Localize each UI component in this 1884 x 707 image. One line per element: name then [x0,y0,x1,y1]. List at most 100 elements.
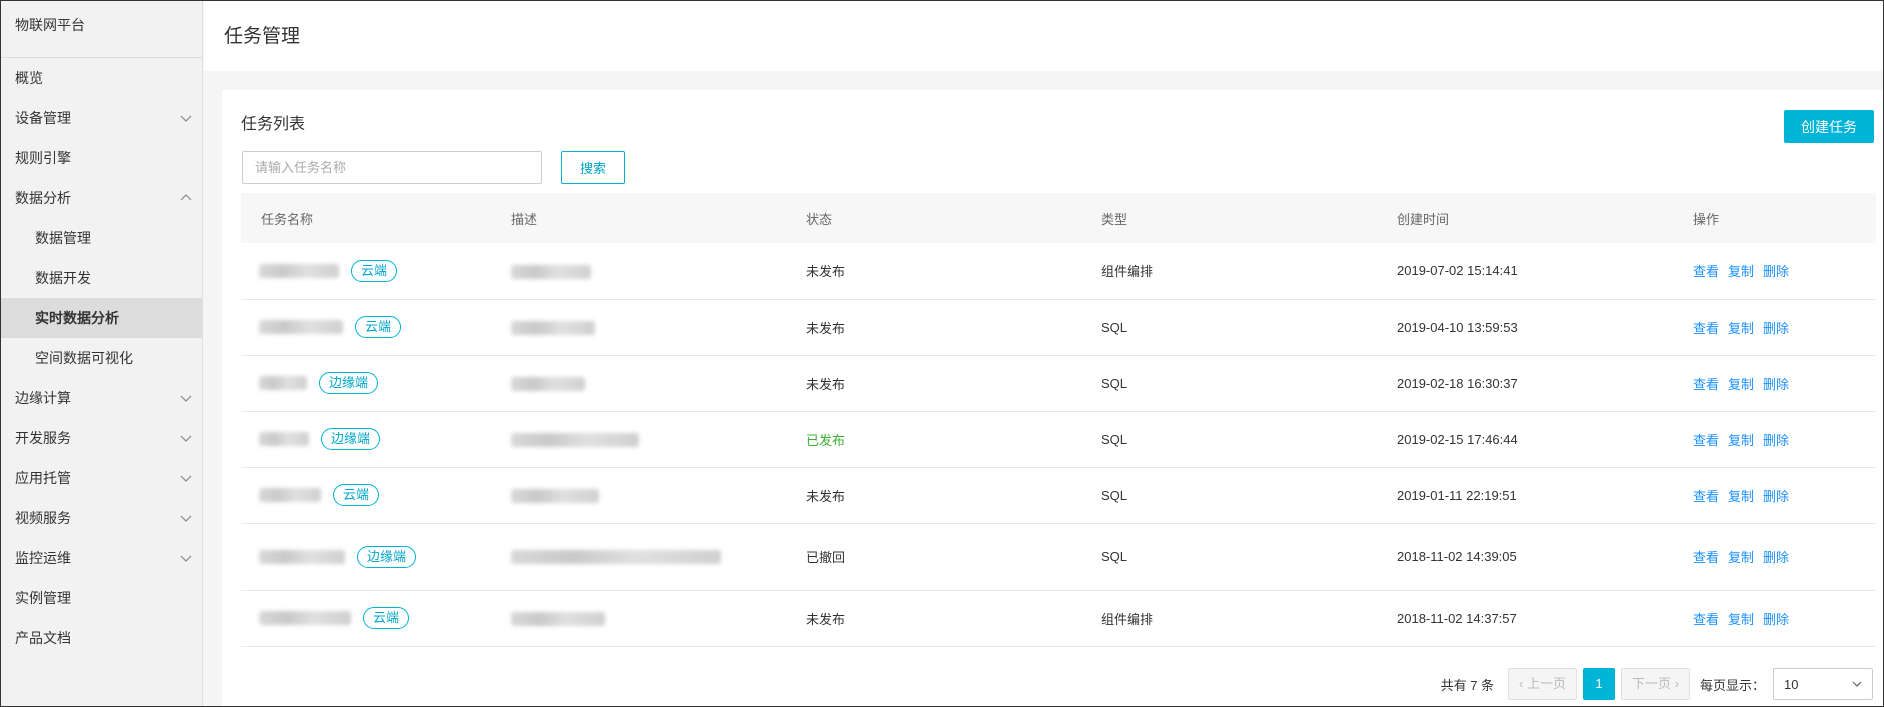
cell-task-name: 边缘端 [241,411,491,467]
sidebar-item[interactable]: 开发服务 [1,418,202,458]
search-button[interactable]: 搜索 [561,151,625,184]
redacted-description [511,320,595,335]
chevron-down-icon [180,393,192,403]
cell-description [491,590,786,646]
sidebar-item-label: 空间数据可视化 [35,350,133,366]
sidebar-item[interactable]: 规则引擎 [1,138,202,178]
cell-created-time: 2018-11-02 14:37:57 [1397,610,1517,626]
sidebar-item-label: 数据开发 [35,270,91,286]
sidebar-item[interactable]: 数据管理 [1,218,202,258]
search-input[interactable] [242,151,542,184]
sidebar-item[interactable]: 数据开发 [1,258,202,298]
table-row: 云端 未发布 SQL 2019-04-10 13:59:53 查看 复制 删除 [241,299,1876,355]
sidebar-item-label: 产品文档 [15,630,71,646]
delete-link[interactable]: 删除 [1763,264,1789,279]
page-number-current[interactable]: 1 [1583,668,1616,700]
cell-task-name: 云端 [241,590,491,646]
cell-actions: 查看 复制 删除 [1673,590,1876,646]
copy-link[interactable]: 复制 [1728,433,1754,448]
sidebar-item[interactable]: 实例管理 [1,578,202,618]
delete-link[interactable]: 删除 [1763,377,1789,392]
sidebar-item-label: 设备管理 [15,110,71,126]
cell-created-time: 2019-01-11 22:19:51 [1397,487,1517,503]
cell-task-name: 云端 [241,243,491,299]
cell-status: 已发布 [806,432,846,448]
view-link[interactable]: 查看 [1693,489,1719,504]
sidebar-item[interactable]: 视频服务 [1,498,202,538]
cell-task-name: 云端 [241,467,491,523]
delete-link[interactable]: 删除 [1763,612,1789,627]
view-link[interactable]: 查看 [1693,321,1719,336]
column-header-status: 状态 [806,211,833,227]
copy-link[interactable]: 复制 [1728,377,1754,392]
sidebar-item[interactable]: 设备管理 [1,98,202,138]
deploy-target-tag: 云端 [333,484,380,506]
view-link[interactable]: 查看 [1693,550,1719,565]
redacted-task-name [259,432,309,446]
delete-link[interactable]: 删除 [1763,489,1789,504]
column-header-created: 创建时间 [1397,211,1450,227]
redacted-task-name [259,376,307,390]
cell-type: SQL [1101,487,1128,503]
cell-created-time: 2019-02-18 16:30:37 [1397,375,1518,391]
chevron-down-icon [1852,681,1862,687]
next-page-button[interactable]: 下一页 › [1621,668,1690,700]
sidebar-item[interactable]: 产品文档 [1,618,202,658]
copy-link[interactable]: 复制 [1728,550,1754,565]
main-area: 任务管理 任务列表 创建任务 搜索 任务名称 描述 状态 类型 创建时间 操作 [204,1,1883,706]
copy-link[interactable]: 复制 [1728,264,1754,279]
sidebar-item[interactable]: 概览 [1,58,202,98]
view-link[interactable]: 查看 [1693,264,1719,279]
delete-link[interactable]: 删除 [1763,550,1789,565]
chevron-down-icon [180,513,192,523]
chevron-down-icon [180,553,192,563]
cell-status: 未发布 [806,488,846,504]
sidebar-item[interactable]: 实时数据分析 [1,298,202,338]
sidebar-item[interactable]: 边缘计算 [1,378,202,418]
sidebar-item-label: 应用托管 [15,470,71,486]
deploy-target-tag: 边缘端 [319,372,379,394]
redacted-task-name [259,263,339,278]
cell-description [491,523,786,590]
create-task-button[interactable]: 创建任务 [1784,110,1874,143]
redacted-description [511,264,591,279]
view-link[interactable]: 查看 [1693,612,1719,627]
view-link[interactable]: 查看 [1693,433,1719,448]
delete-link[interactable]: 删除 [1763,321,1789,336]
cell-task-name: 边缘端 [241,523,491,590]
page-header: 任务管理 [204,1,1883,71]
prev-page-label: 上一页 [1527,676,1567,691]
page-title: 任务管理 [224,26,301,47]
sidebar-item-label: 视频服务 [15,510,71,526]
copy-link[interactable]: 复制 [1728,612,1754,627]
sidebar-item-label: 边缘计算 [15,390,71,406]
column-header-name: 任务名称 [261,211,314,227]
sidebar-item-label: 实例管理 [15,590,71,606]
view-link[interactable]: 查看 [1693,377,1719,392]
per-page-value: 10 [1784,676,1799,692]
cell-status: 已撤回 [806,550,846,565]
delete-link[interactable]: 删除 [1763,433,1789,448]
redacted-task-name [259,320,343,334]
cell-actions: 查看 复制 删除 [1673,299,1876,355]
sidebar-item-label: 监控运维 [15,550,71,566]
sidebar-item[interactable]: 应用托管 [1,458,202,498]
redacted-description [511,432,639,447]
cell-status: 未发布 [806,611,846,627]
app-window: 物联网平台 概览 设备管理 规则引擎 数据分析 数据管理 数据开发 实时数据分析 空间数据可视… [0,0,1884,707]
sidebar: 物联网平台 概览 设备管理 规则引擎 数据分析 数据管理 数据开发 实时数据分析 空间数据可视… [1,1,203,706]
sidebar-item[interactable]: 监控运维 [1,538,202,578]
cell-status: 未发布 [806,264,846,280]
per-page-select[interactable]: 10 [1773,668,1873,700]
table-row: 边缘端 已发布 SQL 2019-02-15 17:46:44 查看 复制 删除 [241,411,1876,467]
cell-actions: 查看 复制 删除 [1673,523,1876,590]
prev-page-button[interactable]: ‹ 上一页 [1508,668,1578,700]
cell-task-name: 边缘端 [241,355,491,411]
copy-link[interactable]: 复制 [1728,489,1754,504]
cell-actions: 查看 复制 删除 [1673,467,1876,523]
sidebar-item[interactable]: 空间数据可视化 [1,338,202,378]
sidebar-item[interactable]: 数据分析 [1,178,202,218]
copy-link[interactable]: 复制 [1728,321,1754,336]
redacted-description [511,611,605,626]
cell-description [491,355,786,411]
